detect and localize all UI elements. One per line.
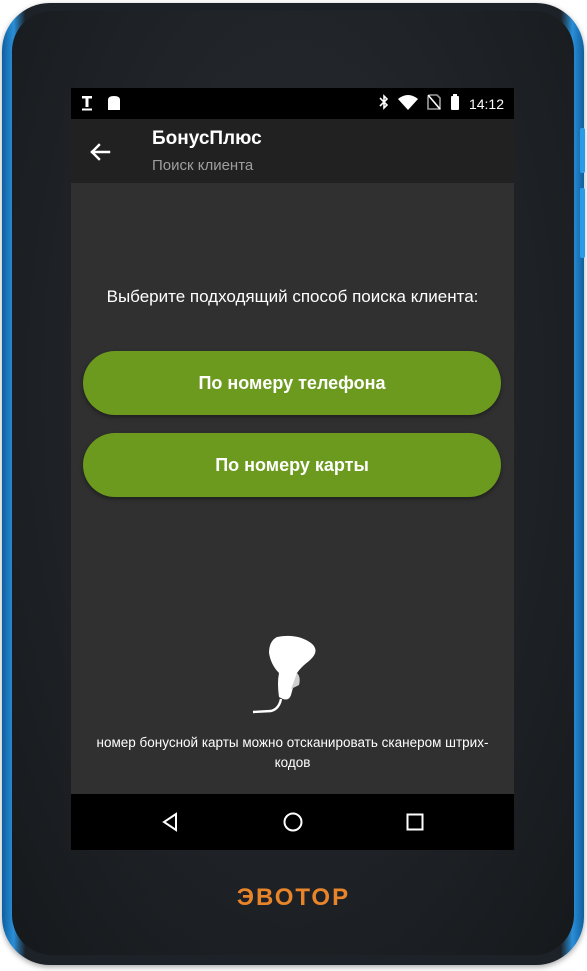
app-subtitle: Поиск клиента: [152, 157, 254, 174]
volume-button: [580, 128, 585, 173]
battery-icon: [450, 94, 460, 113]
nav-back-button[interactable]: [157, 808, 185, 836]
home-circle-icon: [279, 812, 307, 840]
search-by-card-label: По номеру карты: [215, 454, 369, 475]
back-triangle-icon: [157, 812, 185, 840]
clock: 14:12: [468, 95, 504, 112]
text-format-icon: [81, 95, 93, 114]
power-button: [580, 188, 585, 258]
no-sim-icon: [427, 94, 441, 113]
search-by-phone-button[interactable]: По номеру телефона: [83, 351, 501, 415]
app-bar: БонусПлюс Поиск клиента: [71, 119, 514, 183]
navigation-bar: [71, 794, 514, 850]
status-bar: 14:12: [71, 88, 514, 119]
search-by-card-button[interactable]: По номеру карты: [83, 433, 501, 497]
arrow-left-icon: [85, 143, 115, 171]
wifi-icon: [397, 94, 418, 113]
nav-home-button[interactable]: [279, 808, 307, 836]
scanner-hint: номер бонусной карты можно отсканировать…: [96, 735, 489, 770]
search-method-prompt: Выберите подходящий способ поиска клиент…: [106, 287, 479, 306]
app-title: БонусПлюс: [152, 128, 262, 149]
bluetooth-icon: [379, 94, 389, 113]
android-icon: [107, 95, 121, 114]
search-by-phone-label: По номеру телефона: [198, 372, 386, 393]
screen: 14:12 БонусПлюс Поиск клиента Выберите п…: [71, 88, 514, 850]
brand-logo: ЭВОТОР: [236, 884, 351, 911]
barcode-scanner-icon: [249, 633, 339, 718]
recents-square-icon: [401, 813, 429, 840]
nav-recents-button[interactable]: [401, 808, 429, 836]
back-button[interactable]: [85, 137, 115, 167]
